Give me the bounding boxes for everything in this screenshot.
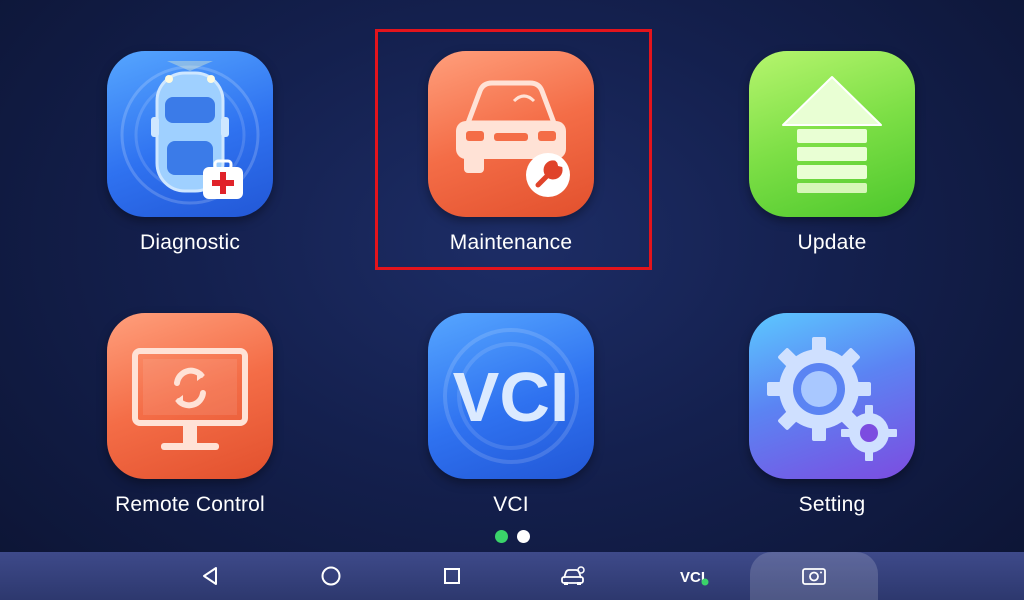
app-update-tile[interactable] [749,51,915,217]
app-grid: Diagnostic Maintenance Update Remote Con… [0,0,1024,552]
vci-status-dot [701,578,709,586]
app-setting[interactable]: Setting [712,313,952,533]
page-dot-1-active[interactable] [494,530,508,543]
monitor-sync-icon [132,348,248,450]
car-wrench-icon [456,80,570,197]
car-connect-icon [561,566,585,585]
car-connect-button[interactable] [538,552,608,600]
page-dot-2[interactable] [516,530,530,543]
app-remote-control[interactable]: Remote Control [70,313,310,533]
app-remote-control-label: Remote Control [115,493,265,516]
app-maintenance-tile[interactable] [428,51,594,217]
vci-text-icon: VCI [443,328,579,464]
app-diagnostic-tile[interactable] [107,51,273,217]
app-setting-label: Setting [798,493,866,516]
app-vci[interactable]: VCI VCI [391,313,631,533]
app-maintenance-label: Maintenance [449,231,573,254]
screenshot-button[interactable] [779,552,849,600]
upload-arrow-icon [782,76,882,193]
gear-icon [767,337,897,461]
back-button[interactable] [175,552,245,600]
app-remote-control-tile[interactable] [107,313,273,479]
app-update[interactable]: Update [712,51,952,271]
vci-status-text: VCI [680,569,705,586]
navigation-bar: VCI [0,552,1024,600]
app-setting-tile[interactable] [749,313,915,479]
back-icon [203,567,217,585]
screenshot-icon [802,568,826,585]
app-diagnostic-label: Diagnostic [139,231,241,254]
app-update-label: Update [797,231,867,254]
vci-icon-text: VCI [453,358,570,436]
app-maintenance[interactable]: Maintenance [391,51,631,271]
home-button[interactable] [296,552,366,600]
car-diagnostic-icon [120,61,260,205]
app-diagnostic[interactable]: Diagnostic [70,51,310,271]
app-vci-label: VCI [493,493,529,516]
app-vci-tile[interactable]: VCI [428,313,594,479]
vci-status-icon: VCI [680,569,709,586]
home-icon [321,566,341,586]
recents-button[interactable] [417,552,487,600]
recents-icon [444,568,460,584]
vci-status-button[interactable]: VCI [659,552,729,600]
page-indicator [0,530,1024,543]
